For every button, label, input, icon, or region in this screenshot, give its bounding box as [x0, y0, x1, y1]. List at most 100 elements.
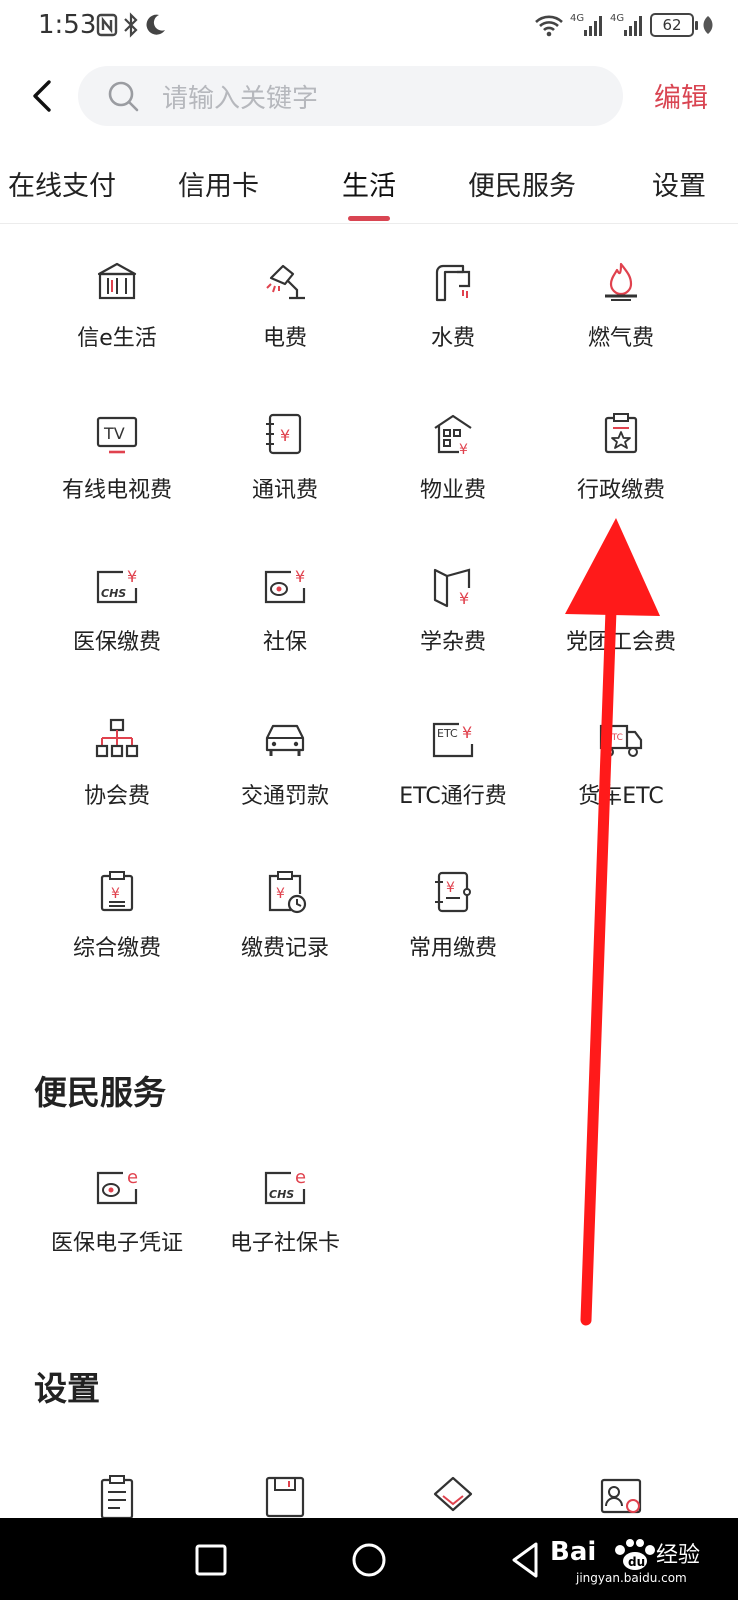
status-right-icons: 4G 4G 62 — [534, 12, 716, 38]
grid-item-settings-2[interactable] — [201, 1474, 369, 1518]
grid-item-tuition[interactable]: ¥ 学杂费 — [369, 562, 537, 682]
tab-settings[interactable]: 设置 — [652, 164, 706, 203]
grid-label: 党团工会费 — [565, 630, 676, 655]
svg-text:CHS: CHS — [269, 1188, 294, 1201]
grid-item-truck-etc[interactable]: ETC 货车ETC — [537, 716, 705, 836]
grid-label: 协会费 — [83, 784, 150, 809]
grid-label: 行政缴费 — [576, 478, 665, 503]
grid-item-e-social-card[interactable]: CHS e 电子社保卡 — [201, 1163, 369, 1283]
battery-icon: 62 — [650, 13, 698, 37]
grid-item-electricity[interactable]: 电费 — [201, 258, 369, 378]
grid-label: 物业费 — [419, 478, 486, 503]
lamp-icon — [266, 264, 305, 300]
chevron-left-icon — [33, 80, 51, 112]
svg-text:¥: ¥ — [127, 567, 137, 586]
watermark-text: 经验 — [656, 1543, 700, 1568]
bill-icon: ¥ — [100, 871, 134, 912]
grid-label: 交通罚款 — [240, 784, 329, 809]
grid-label: 有线电视费 — [61, 478, 172, 503]
grid-item-telecom[interactable]: ¥ 通讯费 — [201, 410, 369, 530]
grid-item-frequent-payment[interactable]: ¥ 常用缴费 — [369, 868, 537, 988]
tab-credit-card[interactable]: 信用卡 — [178, 164, 259, 203]
grid-item-xin-e-life[interactable]: 信e生活 — [33, 258, 201, 378]
grid-item-party-union[interactable]: 党团工会费 — [537, 562, 705, 682]
nfc-icon — [96, 13, 118, 37]
wifi-icon — [535, 15, 563, 37]
svg-text:CHS: CHS — [101, 587, 126, 600]
grid-item-admin-fee[interactable]: 行政缴费 — [537, 410, 705, 530]
recent-apps-button[interactable] — [187, 1536, 235, 1584]
grid-label: 水费 — [430, 326, 475, 351]
battery-level: 62 — [662, 16, 682, 34]
tab-convenience[interactable]: 便民服务 — [468, 164, 576, 203]
grid-item-cable-tv[interactable]: TV 有线电视费 — [33, 410, 201, 530]
tab-life[interactable]: 生活 — [342, 164, 396, 203]
svg-text:¥: ¥ — [446, 880, 455, 896]
svg-text:¥: ¥ — [462, 723, 472, 742]
grid-item-association[interactable]: 协会费 — [33, 716, 201, 836]
moon-icon — [146, 14, 165, 35]
back-button[interactable] — [22, 72, 62, 120]
building-icon: ¥ — [434, 414, 472, 458]
back-nav-button[interactable] — [502, 1536, 550, 1584]
bluetooth-icon — [124, 12, 138, 38]
org-chart-icon — [95, 718, 139, 758]
tab-online-payment[interactable]: 在线支付 — [8, 164, 116, 203]
grid-label: 学杂费 — [419, 630, 486, 655]
grid-item-medical-insurance[interactable]: CHS ¥ 医保缴费 — [33, 562, 201, 682]
grid-item-medical-e-voucher[interactable]: e 医保电子凭证 — [33, 1163, 201, 1283]
grid-label: 常用缴费 — [408, 936, 497, 961]
grid-label: 综合缴费 — [72, 936, 161, 961]
grid-item-property[interactable]: ¥ 物业费 — [369, 410, 537, 530]
watermark-brand: Bai — [550, 1537, 596, 1567]
bill-clock-icon: ¥ — [268, 871, 307, 914]
grid-item-payment-records[interactable]: ¥ 缴费记录 — [201, 868, 369, 988]
social-security-icon: ¥ — [264, 567, 305, 604]
svg-text:TV: TV — [103, 424, 125, 443]
e-chs-card-icon: CHSe — [264, 1167, 306, 1205]
grid-label: 缴费记录 — [240, 936, 329, 961]
section-title-convenience: 便民服务 — [34, 1073, 166, 1112]
grid-item-settings-4[interactable] — [537, 1474, 705, 1518]
grid-item-gas[interactable]: 燃气费 — [537, 258, 705, 378]
svg-text:¥: ¥ — [276, 886, 285, 902]
truck-icon: ETC — [599, 724, 643, 757]
signal-icon-2: 4G — [610, 13, 642, 36]
status-time: 1:53 — [38, 10, 97, 40]
grid-label: 医保电子凭证 — [50, 1231, 183, 1256]
grid-label: 电子社保卡 — [229, 1231, 340, 1256]
svg-text:ETC: ETC — [606, 733, 623, 743]
grid-item-integrated-payment[interactable]: ¥ 综合缴费 — [33, 868, 201, 988]
section-title-settings: 设置 — [34, 1369, 100, 1408]
search-row: 请输入关键字 编辑 — [0, 62, 738, 130]
edit-button[interactable]: 编辑 — [654, 76, 708, 115]
svg-text:¥: ¥ — [459, 589, 469, 608]
grid-label: 电费 — [262, 326, 307, 351]
signal-icon-1: 4G — [570, 13, 602, 36]
net-type-1: 4G — [570, 13, 584, 24]
tab-active-indicator — [348, 216, 390, 221]
shield-diamond-icon — [433, 1476, 473, 1512]
grid-item-settings-1[interactable] — [33, 1474, 201, 1518]
search-input[interactable]: 请输入关键字 — [78, 66, 623, 126]
net-type-2: 4G — [610, 13, 624, 24]
grid-item-settings-3[interactable] — [369, 1474, 537, 1518]
book-icon: ¥ — [433, 568, 471, 608]
grid-item-etc-toll[interactable]: ETC ¥ ETC通行费 — [369, 716, 537, 836]
search-icon — [108, 81, 139, 112]
search-placeholder: 请输入关键字 — [162, 83, 319, 114]
phone-bill-icon: ¥ — [266, 413, 302, 455]
grid-label: ETC通行费 — [399, 784, 507, 809]
document-icon — [100, 1475, 134, 1518]
category-tabs: 在线支付 信用卡 生活 便民服务 设置 — [0, 148, 738, 224]
save-icon — [265, 1476, 305, 1518]
svg-text:ETC: ETC — [437, 727, 458, 740]
home-button[interactable] — [345, 1536, 393, 1584]
watermark-site: jingyan.baidu.com — [575, 1571, 687, 1585]
grid-item-traffic-fine[interactable]: 交通罚款 — [201, 716, 369, 836]
grid-label: 货车ETC — [578, 784, 664, 809]
grid-item-social-security[interactable]: ¥ 社保 — [201, 562, 369, 682]
svg-text:¥: ¥ — [295, 567, 305, 586]
leaf-icon — [703, 16, 713, 34]
grid-item-water[interactable]: 水费 — [369, 258, 537, 378]
